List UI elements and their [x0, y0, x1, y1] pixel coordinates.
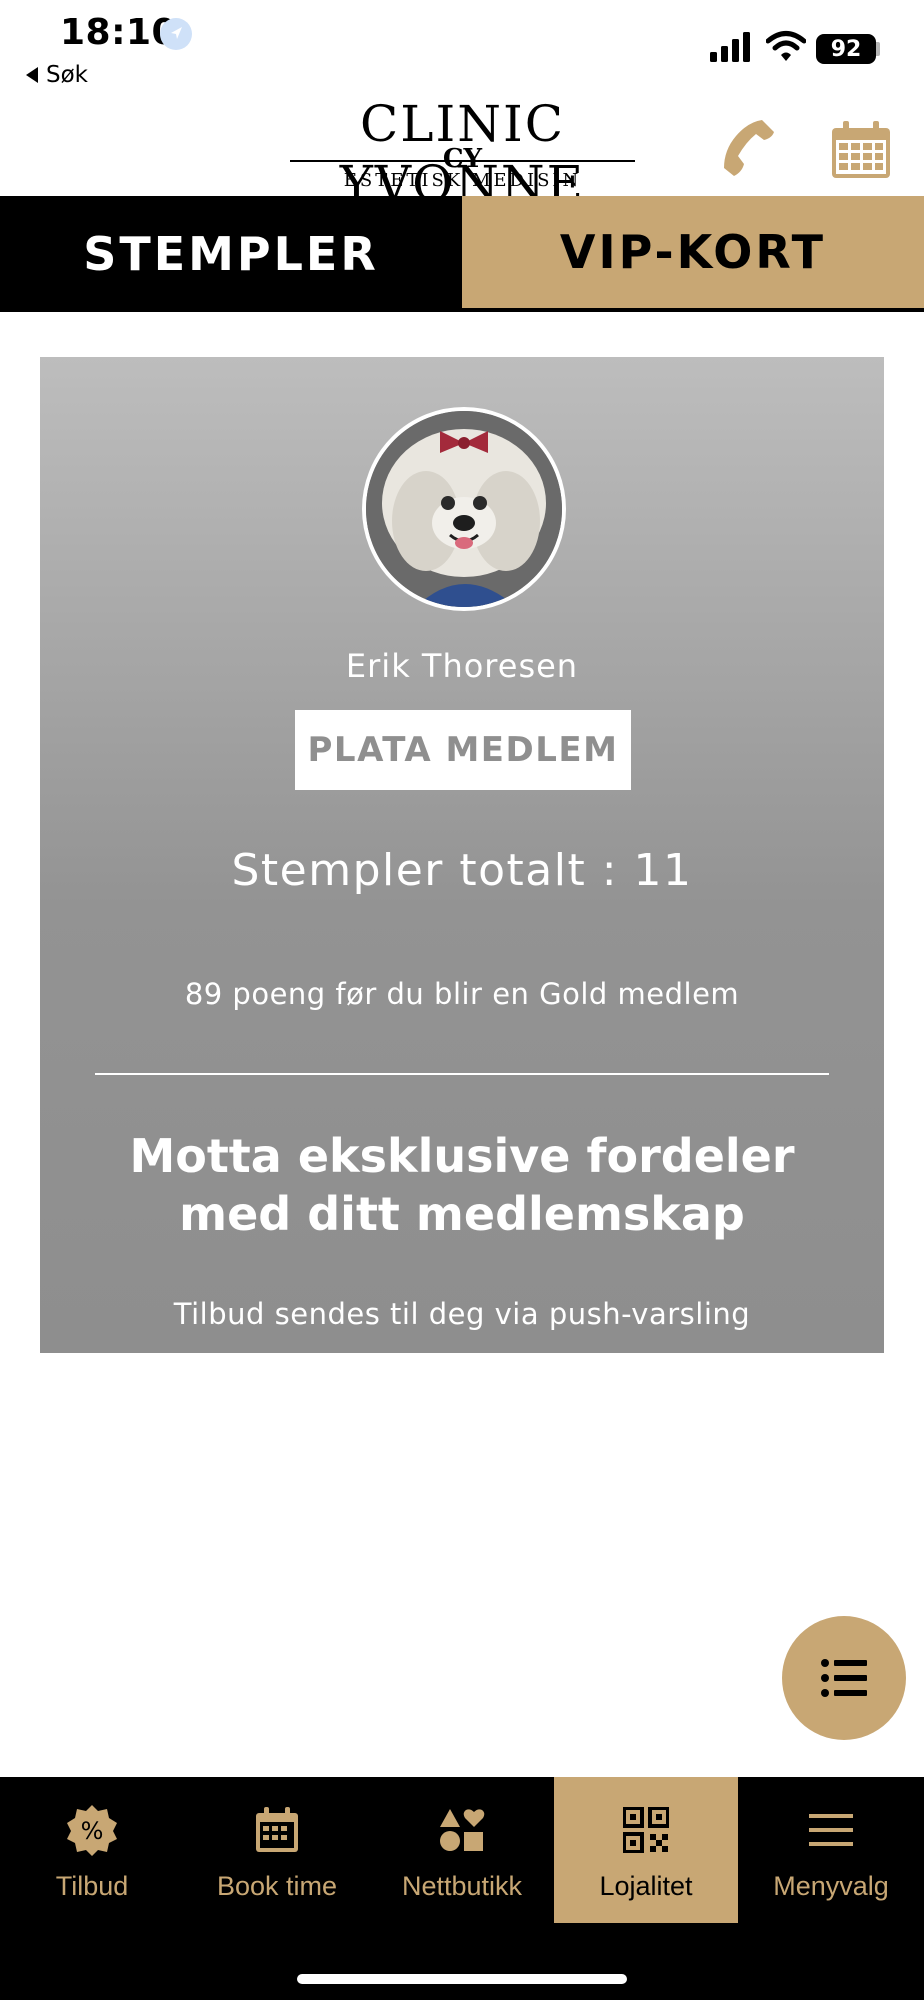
- location-arrow-icon: [160, 18, 192, 50]
- back-to-search-link[interactable]: Søk: [26, 62, 88, 88]
- stamps-total: Stempler totalt : 11: [231, 845, 693, 896]
- avatar: [362, 407, 566, 611]
- logo-subtitle: ESTETISK MEDISIN: [343, 170, 582, 191]
- nav-label: Menyvalg: [773, 1871, 889, 1901]
- home-indicator: [297, 1974, 627, 1984]
- battery-icon: 92: [816, 34, 876, 64]
- qr-code-icon: [619, 1803, 673, 1857]
- logo-rule: [290, 160, 635, 162]
- shapes-icon: [435, 1803, 489, 1857]
- nav-nettbutikk[interactable]: Nettbutikk: [370, 1777, 554, 1923]
- nav-label: Lojalitet: [599, 1871, 693, 1901]
- svg-text:%: %: [81, 1817, 104, 1845]
- tab-stempler[interactable]: STEMPLER: [0, 196, 462, 312]
- nav-menyvalg[interactable]: Menyvalg: [739, 1777, 923, 1923]
- bottom-navigation: % Tilbud Book time Nettbutikk Lojalitet …: [0, 1777, 924, 2000]
- percent-badge-icon: %: [65, 1803, 119, 1857]
- hamburger-icon: [804, 1803, 858, 1857]
- benefits-subtext: Tilbud sendes til deg via push-varsling: [173, 1297, 751, 1331]
- nav-label: Tilbud: [55, 1871, 129, 1901]
- benefits-heading: Motta eksklusive fordeler med ditt medle…: [129, 1129, 795, 1241]
- tab-vip-kort[interactable]: VIP-KORT: [462, 196, 924, 312]
- profile-photo: [366, 411, 562, 607]
- nav-label: Nettbutikk: [401, 1871, 523, 1901]
- membership-badge: PLATA MEDLEM: [295, 710, 631, 790]
- cellular-signal-icon: [710, 32, 750, 62]
- nav-book-time[interactable]: Book time: [185, 1777, 369, 1923]
- wifi-icon: [766, 31, 806, 61]
- card-divider: [95, 1073, 829, 1075]
- back-label: Søk: [46, 62, 88, 88]
- clinic-logo: CLINIC YVONNE CY ESTETISK MEDISIN: [245, 94, 680, 213]
- nav-lojalitet[interactable]: Lojalitet: [554, 1777, 738, 1923]
- list-icon: [821, 1659, 867, 1697]
- battery-tip: [876, 42, 880, 56]
- calendar-icon: [250, 1803, 304, 1857]
- back-arrow-icon: [26, 67, 38, 83]
- list-menu-button[interactable]: [782, 1616, 906, 1740]
- vip-card: Erik Thoresen PLATA MEDLEM Stempler tota…: [40, 357, 884, 1353]
- nav-tilbud[interactable]: % Tilbud: [0, 1777, 184, 1923]
- points-to-next-level: 89 poeng før du blir en Gold medlem: [184, 977, 740, 1011]
- phone-icon[interactable]: [712, 116, 778, 182]
- nav-label: Book time: [216, 1871, 338, 1901]
- member-name: Erik Thoresen: [345, 647, 579, 685]
- calendar-icon[interactable]: [830, 120, 892, 180]
